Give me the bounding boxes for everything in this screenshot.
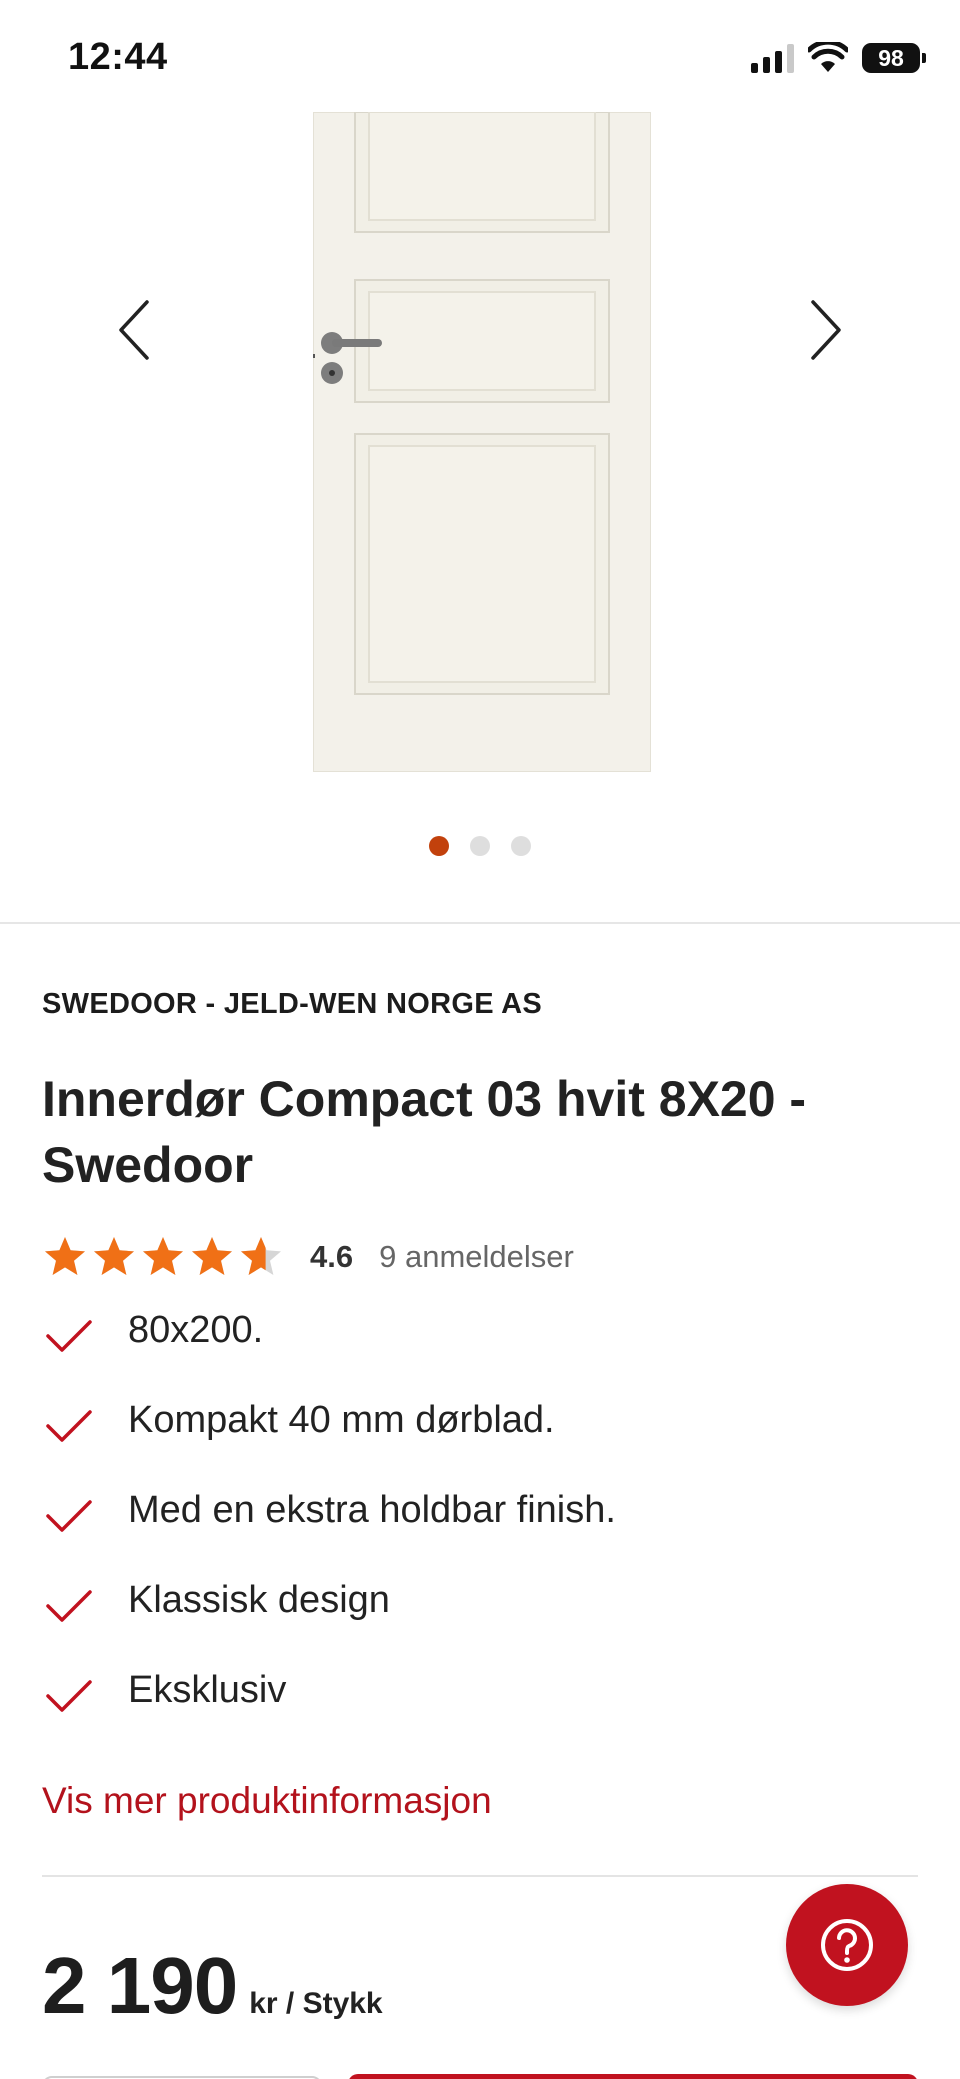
battery-icon: 98 <box>862 43 926 73</box>
bottom-controls <box>0 2070 960 2079</box>
divider <box>0 922 960 924</box>
status-icons: 98 <box>751 42 926 74</box>
star-icon <box>94 1237 134 1275</box>
star-rating <box>42 1234 284 1280</box>
price: 2 190 kr / Stykk <box>42 1940 383 2032</box>
rating-row[interactable]: 4.6 9 anmeldelser <box>42 1234 574 1280</box>
product-title: Innerdør Compact 03 hvit 8X20 - Swedoor <box>42 1071 807 1193</box>
feature-list: 80x200. Kompakt 40 mm dørblad. Med en ekst… <box>42 1300 616 1750</box>
feature-text: Kompakt 40 mm dørblad. <box>128 1399 555 1441</box>
pagination-dot[interactable] <box>511 836 531 856</box>
gallery-prev-button[interactable] <box>105 290 165 370</box>
chevron-left-icon <box>119 300 149 360</box>
feature-item: Eksklusiv <box>42 1660 616 1750</box>
price-unit: kr / Stykk <box>249 1987 383 2020</box>
more-product-info-link[interactable]: Vis mer produktinformasjon <box>42 1780 492 1822</box>
status-bar: 12:44 98 <box>0 0 960 110</box>
feature-item: Klassisk design <box>42 1570 616 1660</box>
status-time: 12:44 <box>68 36 168 78</box>
feature-item: Med en ekstra holdbar finish. <box>42 1480 616 1570</box>
pagination-dot[interactable] <box>470 836 490 856</box>
door-image <box>313 112 651 772</box>
gallery-next-button[interactable] <box>795 290 855 370</box>
wifi-icon <box>808 42 848 72</box>
checkmark-icon <box>46 1590 92 1622</box>
star-icon <box>45 1237 85 1275</box>
star-icon <box>241 1237 281 1275</box>
star-icon <box>192 1237 232 1275</box>
divider <box>42 1875 918 1877</box>
chevron-right-icon <box>811 300 841 360</box>
battery-level: 98 <box>878 44 904 71</box>
add-to-cart-button[interactable] <box>348 2074 918 2079</box>
product-image-gallery[interactable] <box>0 110 960 920</box>
product-brand[interactable]: SWEDOOR - JELD-WEN NORGE AS <box>42 988 542 1021</box>
checkmark-icon <box>46 1320 92 1352</box>
feature-text: Med en ekstra holdbar finish. <box>128 1489 616 1531</box>
feature-text: Klassisk design <box>128 1579 390 1621</box>
pagination-dot-active[interactable] <box>429 836 449 856</box>
question-mark-icon <box>821 1919 873 1971</box>
star-icon <box>143 1237 183 1275</box>
checkmark-icon <box>46 1410 92 1442</box>
price-value: 2 190 <box>42 1941 238 2030</box>
feature-item: 80x200. <box>42 1300 616 1390</box>
review-count[interactable]: 9 anmeldelser <box>379 1239 574 1275</box>
feature-text: 80x200. <box>128 1309 264 1351</box>
rating-value: 4.6 <box>310 1239 354 1274</box>
help-button[interactable] <box>786 1884 908 2006</box>
cellular-signal-icon <box>751 43 794 73</box>
gallery-pagination <box>0 836 960 856</box>
checkmark-icon <box>46 1500 92 1532</box>
checkmark-icon <box>46 1680 92 1712</box>
feature-item: Kompakt 40 mm dørblad. <box>42 1390 616 1480</box>
feature-text: Eksklusiv <box>128 1669 287 1711</box>
